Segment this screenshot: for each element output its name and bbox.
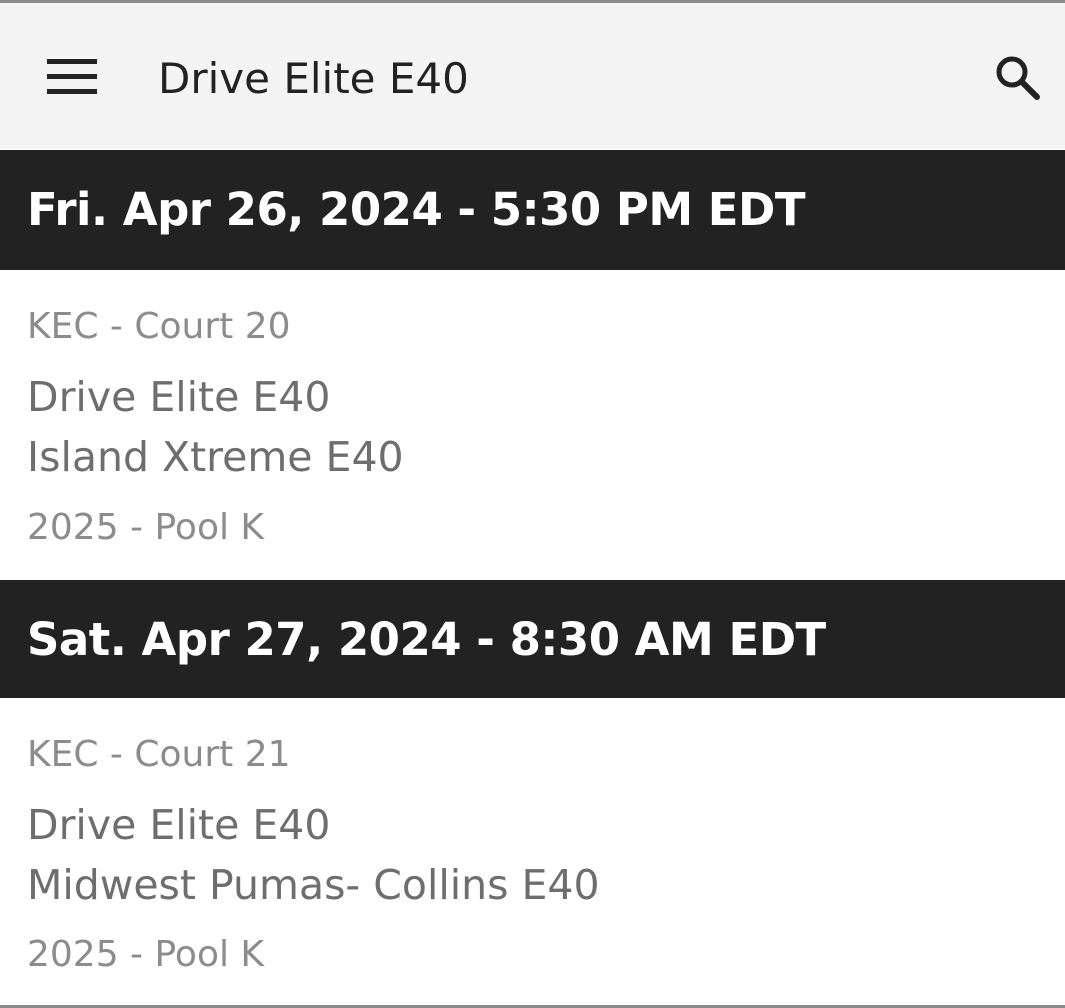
game-card[interactable]: KEC - Court 21 Drive Elite E40 Midwest P… — [0, 698, 1065, 1005]
team-home: Drive Elite E40 — [27, 801, 331, 849]
game-pool: 2025 - Pool K — [27, 507, 265, 548]
game-pool: 2025 - Pool K — [27, 934, 265, 975]
team-away: Island Xtreme E40 — [27, 433, 404, 481]
game-location: KEC - Court 21 — [27, 734, 291, 775]
game-location: KEC - Court 20 — [27, 306, 291, 347]
search-button[interactable] — [987, 47, 1047, 107]
team-away: Midwest Pumas- Collins E40 — [27, 861, 600, 909]
date-header: Fri. Apr 26, 2024 - 5:30 PM EDT — [0, 150, 1065, 270]
menu-button[interactable] — [40, 47, 106, 107]
game-card[interactable]: KEC - Court 20 Drive Elite E40 Island Xt… — [0, 270, 1065, 580]
team-home: Drive Elite E40 — [27, 373, 331, 421]
hamburger-menu-icon — [47, 59, 97, 94]
page-title: Drive Elite E40 — [158, 54, 469, 103]
app-bar: Drive Elite E40 — [0, 3, 1065, 149]
game-date: Sat. Apr 27, 2024 - 8:30 AM EDT — [27, 613, 826, 666]
game-date: Fri. Apr 26, 2024 - 5:30 PM EDT — [27, 183, 806, 236]
schedule-screen: Drive Elite E40 Fri. Apr 26, 2024 - 5:30… — [0, 0, 1065, 1008]
date-header: Sat. Apr 27, 2024 - 8:30 AM EDT — [0, 580, 1065, 698]
search-icon — [996, 56, 1040, 100]
